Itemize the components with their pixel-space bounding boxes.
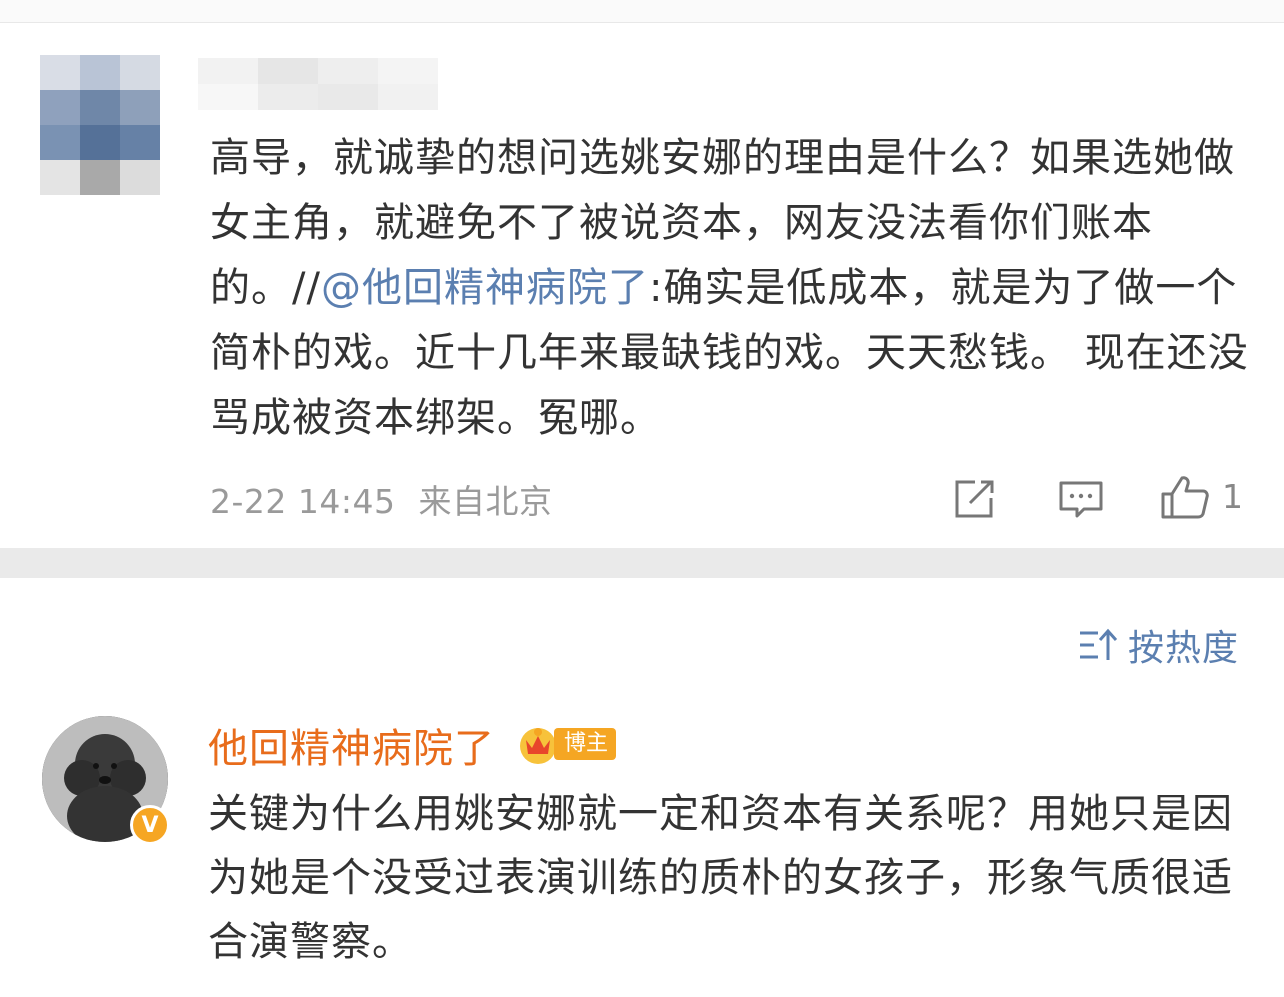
sort-icon <box>1080 628 1118 660</box>
mention-link[interactable]: @他回精神病院了 <box>321 265 649 311</box>
commenter-name-pixelated[interactable] <box>198 58 438 110</box>
sort-by-hot-button[interactable]: 按热度 <box>1078 620 1239 670</box>
comment-text: 高导，就诚挚的想问选姚安娜的理由是什么？如果选她做女主角，就避免不了被说资本，网… <box>210 126 1250 451</box>
verified-badge-icon: V <box>130 805 170 845</box>
blogger-reply-text: 关键为什么用姚安娜就一定和资本有关系呢？用她只是因为她是个没受过表演训练的质朴的… <box>208 791 1233 965</box>
blogger-username[interactable]: 他回精神病院了 <box>208 716 495 774</box>
top-divider <box>0 0 1284 23</box>
repost-icon[interactable] <box>953 478 997 520</box>
like-count: 1 <box>1222 477 1243 516</box>
commenter-avatar-pixelated[interactable] <box>40 55 160 195</box>
like-icon[interactable] <box>1160 474 1210 520</box>
comment-location: 来自北京 <box>418 482 553 521</box>
blogger-badge: 博主 <box>516 722 617 766</box>
comment-icon[interactable] <box>1058 480 1104 520</box>
comment-time: 2-22 14:45 <box>210 482 396 521</box>
sort-label: 按热度 <box>1128 628 1240 669</box>
blogger-badge-label: 博主 <box>554 728 617 760</box>
section-separator <box>0 548 1284 578</box>
comment-meta: 2-22 14:45 来自北京 <box>210 475 565 523</box>
